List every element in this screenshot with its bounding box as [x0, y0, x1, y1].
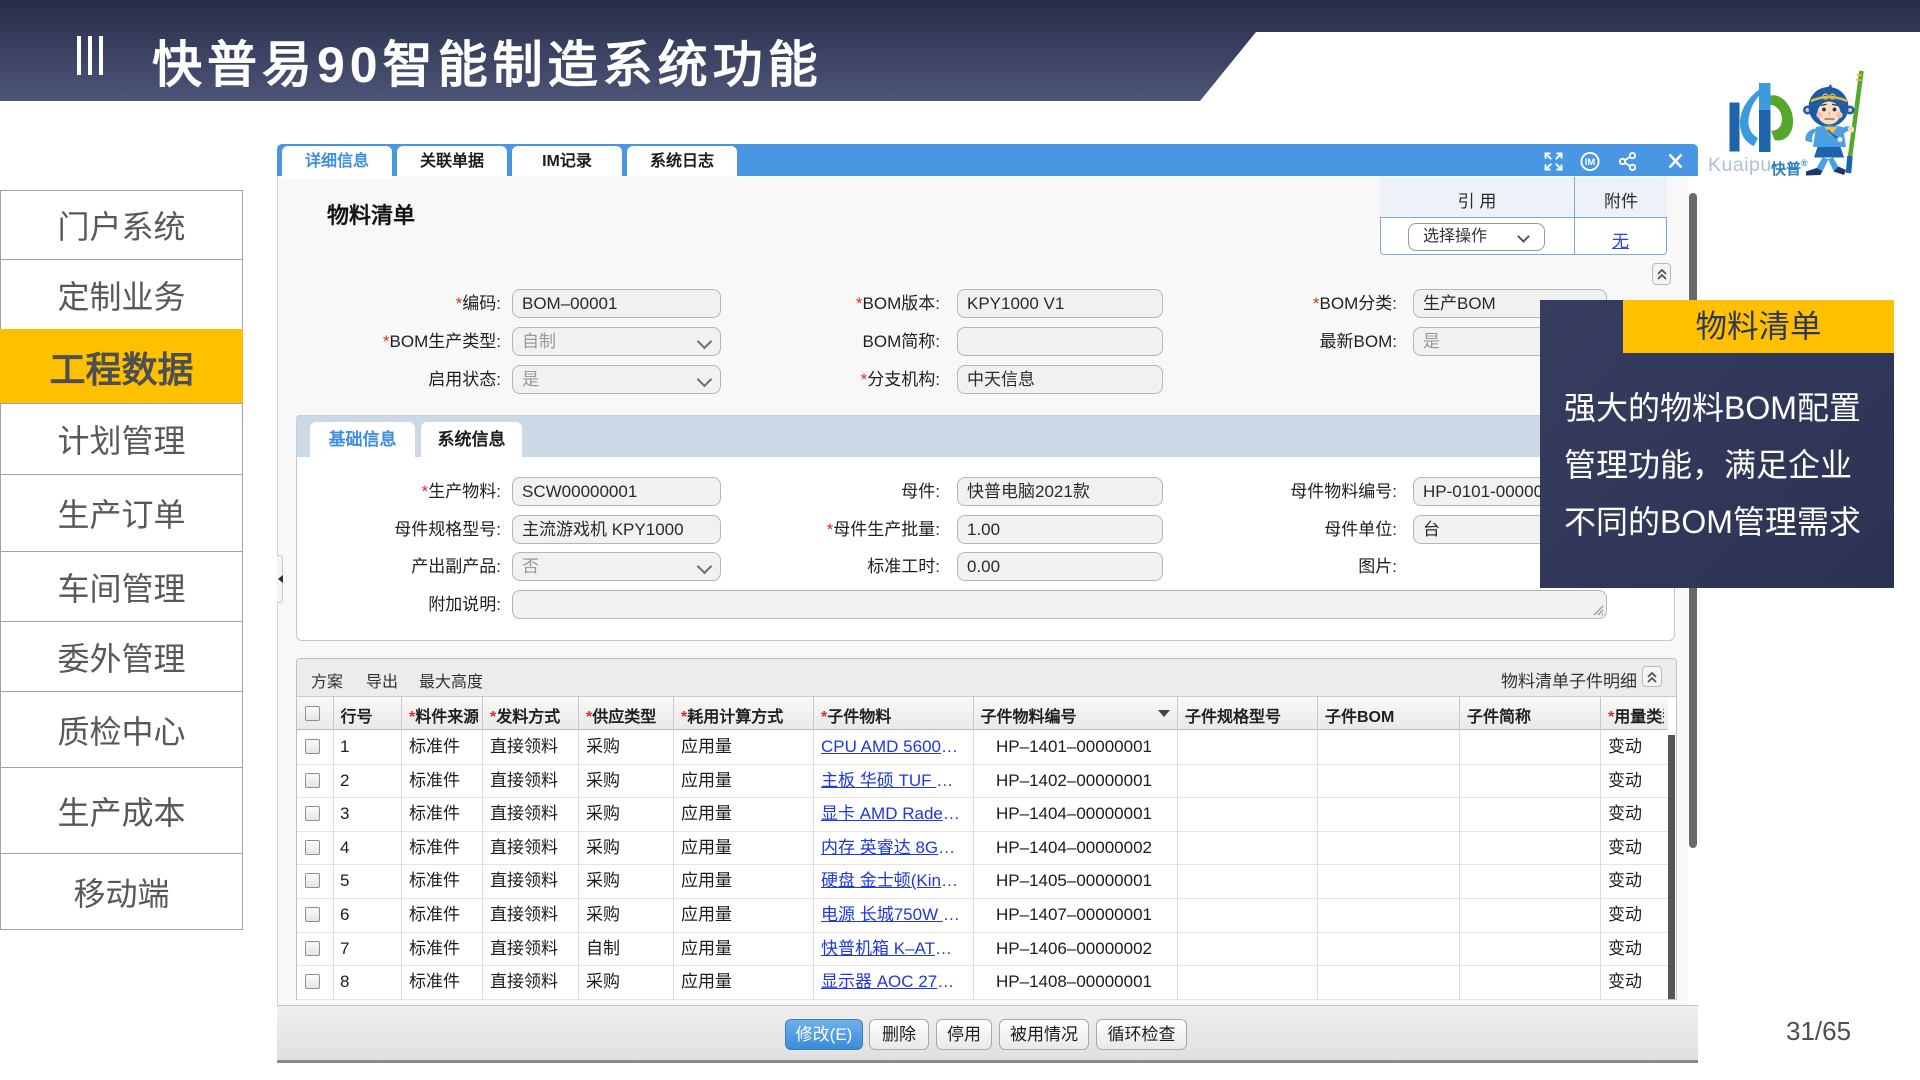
svg-text:IM: IM [1585, 157, 1596, 168]
